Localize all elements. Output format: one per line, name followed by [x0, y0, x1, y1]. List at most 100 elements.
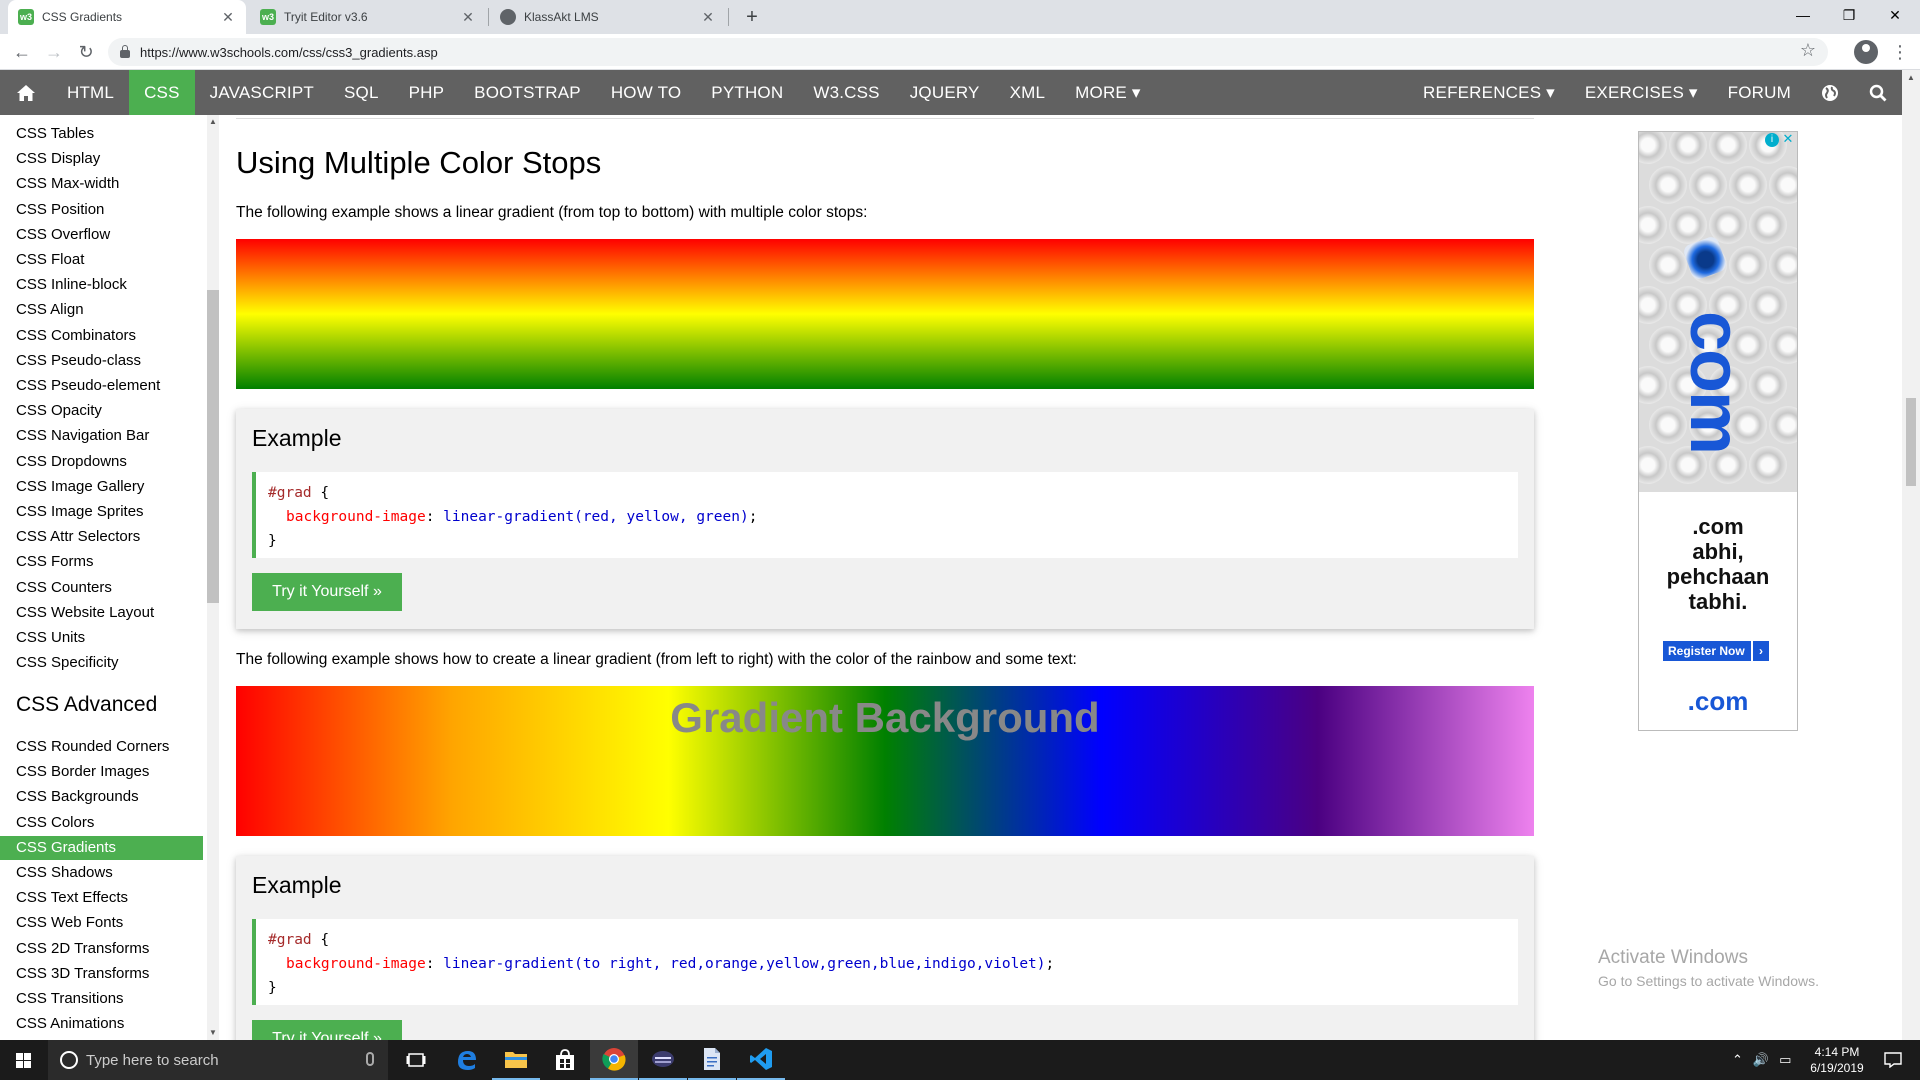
nav-w3css[interactable]: W3.CSS — [798, 70, 894, 115]
sidebar-item-css-dropdowns[interactable]: CSS Dropdowns — [0, 450, 203, 474]
sidebar-item-css-counters[interactable]: CSS Counters — [0, 576, 203, 600]
page-scroll-thumb[interactable] — [1906, 398, 1916, 486]
ad-close-icon[interactable]: ✕ — [1781, 132, 1795, 146]
sidebar-scroll-thumb[interactable] — [207, 290, 219, 603]
sidebar-scroll-down-arrow[interactable]: ▼ — [207, 1026, 219, 1040]
edge-icon[interactable] — [443, 1040, 491, 1080]
sidebar-item-css-image-sprites[interactable]: CSS Image Sprites — [0, 500, 203, 524]
nav-xml[interactable]: XML — [995, 70, 1061, 115]
chevron-up-icon[interactable]: ⌃ — [1732, 1052, 1743, 1068]
notepad-icon[interactable] — [688, 1040, 736, 1080]
close-window-button[interactable]: ✕ — [1872, 0, 1918, 30]
notification-icon[interactable] — [1870, 1040, 1916, 1080]
nav-sql[interactable]: SQL — [329, 70, 394, 115]
sidebar-item-css-opacity[interactable]: CSS Opacity — [0, 399, 203, 423]
sidebar-item-css-max-width[interactable]: CSS Max-width — [0, 172, 203, 196]
taskbar-clock[interactable]: 4:14 PM 6/19/2019 — [1806, 1044, 1868, 1076]
browser-tab-tryit-editor[interactable]: w3 Tryit Editor v3.6 ✕ — [250, 0, 486, 34]
sidebar-item-css-2d-transforms[interactable]: CSS 2D Transforms — [0, 937, 203, 961]
sidebar-item-css-border-images[interactable]: CSS Border Images — [0, 760, 203, 784]
sidebar-item-css-forms[interactable]: CSS Forms — [0, 550, 203, 574]
ad-info-icon[interactable]: i — [1765, 133, 1779, 147]
url-text[interactable]: https://www.w3schools.com/css/css3_gradi… — [140, 45, 438, 60]
sidebar-item-css-website-layout[interactable]: CSS Website Layout — [0, 601, 203, 625]
sidebar-item-css-inline-block[interactable]: CSS Inline-block — [0, 273, 203, 297]
close-tab-icon[interactable]: ✕ — [460, 9, 476, 26]
sidebar-item-css-navigation-bar[interactable]: CSS Navigation Bar — [0, 424, 203, 448]
store-icon[interactable] — [541, 1040, 589, 1080]
task-view-icon[interactable] — [392, 1040, 440, 1080]
reload-icon[interactable]: ↻ — [72, 40, 100, 64]
sidebar-item-css-image-gallery[interactable]: CSS Image Gallery — [0, 475, 203, 499]
nav-how-to[interactable]: HOW TO — [596, 70, 696, 115]
nav-php[interactable]: PHP — [394, 70, 460, 115]
page-scrollbar[interactable] — [1902, 70, 1920, 1040]
nav-references-dropdown[interactable]: REFERENCES ▾ — [1408, 70, 1570, 115]
browser-tab-klassakt[interactable]: KlassAkt LMS ✕ — [490, 0, 726, 34]
nav-html[interactable]: HTML — [52, 70, 129, 115]
browser-menu-icon[interactable]: ⋮ — [1888, 40, 1912, 64]
sidebar-item-css-text-effects[interactable]: CSS Text Effects — [0, 886, 203, 910]
browser-tab-css-gradients[interactable]: w3 CSS Gradients ✕ — [8, 0, 246, 34]
sidebar-scroll-up-arrow[interactable]: ▲ — [207, 115, 219, 129]
minimize-button[interactable]: — — [1780, 0, 1826, 30]
restore-button[interactable]: ❐ — [1826, 0, 1872, 30]
nav-forum[interactable]: FORUM — [1713, 70, 1806, 115]
microphone-icon[interactable] — [366, 1052, 374, 1066]
sidebar-item-css-float[interactable]: CSS Float — [0, 248, 203, 272]
sidebar-item-css-web-fonts[interactable]: CSS Web Fonts — [0, 911, 203, 935]
search-icon[interactable] — [1854, 70, 1902, 115]
sidebar-item-css-gradients[interactable]: CSS Gradients — [0, 835, 203, 860]
profile-avatar-icon[interactable] — [1854, 40, 1878, 64]
sidebar-item-css-tables[interactable]: CSS Tables — [0, 122, 203, 146]
sidebar-item-css-specificity[interactable]: CSS Specificity — [0, 651, 203, 675]
nav-more-dropdown[interactable]: MORE ▾ — [1060, 70, 1155, 115]
sidebar-item-css-transitions[interactable]: CSS Transitions — [0, 987, 203, 1011]
sidebar-item-css-colors[interactable]: CSS Colors — [0, 811, 203, 835]
new-tab-button[interactable]: + — [738, 4, 766, 30]
windows-start-icon[interactable] — [0, 1040, 48, 1080]
nav-python[interactable]: PYTHON — [696, 70, 798, 115]
sidebar-item-css-shadows[interactable]: CSS Shadows — [0, 861, 203, 885]
ad-register-now-button[interactable]: Register Now › — [1663, 641, 1769, 661]
sidebar-item-css-align[interactable]: CSS Align — [0, 298, 203, 322]
sidebar-item-css-rounded-corners[interactable]: CSS Rounded Corners — [0, 735, 203, 759]
try-it-yourself-button[interactable]: Try it Yourself » — [252, 573, 402, 611]
close-tab-icon[interactable]: ✕ — [700, 9, 716, 26]
home-icon[interactable] — [0, 70, 52, 115]
advertisement-banner[interactable]: com .com abhi, pehchaan tabhi. Register … — [1638, 131, 1798, 731]
ad-pattern-tile — [1729, 246, 1767, 284]
sidebar-item-css-position[interactable]: CSS Position — [0, 198, 203, 222]
nav-javascript[interactable]: JAVASCRIPT — [195, 70, 329, 115]
sidebar-item-css-pseudo-class[interactable]: CSS Pseudo-class — [0, 349, 203, 373]
file-explorer-icon[interactable] — [492, 1040, 540, 1080]
taskbar-search-box[interactable]: Type here to search — [48, 1040, 388, 1080]
globe-icon[interactable] — [1806, 70, 1854, 115]
sidebar-item-css-units[interactable]: CSS Units — [0, 626, 203, 650]
sidebar-item-css-attr-selectors[interactable]: CSS Attr Selectors — [0, 525, 203, 549]
app-icon[interactable] — [639, 1040, 687, 1080]
sidebar-item-css-display[interactable]: CSS Display — [0, 147, 203, 171]
sidebar-item-css-backgrounds[interactable]: CSS Backgrounds — [0, 785, 203, 809]
sidebar-item-css-combinators[interactable]: CSS Combinators — [0, 324, 203, 348]
nav-bootstrap[interactable]: BOOTSTRAP — [459, 70, 596, 115]
try-it-yourself-button[interactable]: Try it Yourself » — [252, 1020, 402, 1040]
sidebar-item-css-3d-transforms[interactable]: CSS 3D Transforms — [0, 962, 203, 986]
chrome-icon[interactable] — [590, 1040, 638, 1080]
sidebar-item-css-pseudo-element[interactable]: CSS Pseudo-element — [0, 374, 203, 398]
bookmark-star-icon[interactable]: ☆ — [1800, 40, 1816, 61]
vscode-icon[interactable] — [737, 1040, 785, 1080]
code-colon: : — [425, 509, 444, 525]
nav-css[interactable]: CSS — [129, 70, 195, 115]
speaker-icon[interactable]: 🔊 — [1753, 1052, 1769, 1068]
network-icon[interactable]: ▭ — [1779, 1052, 1791, 1068]
nav-jquery[interactable]: JQUERY — [895, 70, 995, 115]
page-scroll-up-arrow[interactable]: ▲ — [1902, 70, 1920, 86]
forward-arrow-icon[interactable]: → — [40, 40, 68, 64]
sidebar-item-css-overflow[interactable]: CSS Overflow — [0, 223, 203, 247]
close-tab-icon[interactable]: ✕ — [220, 9, 236, 26]
address-bar[interactable]: https://www.w3schools.com/css/css3_gradi… — [108, 38, 1828, 66]
nav-exercises-dropdown[interactable]: EXERCISES ▾ — [1570, 70, 1713, 115]
back-arrow-icon[interactable]: ← — [8, 40, 36, 64]
sidebar-item-css-animations[interactable]: CSS Animations — [0, 1012, 203, 1036]
